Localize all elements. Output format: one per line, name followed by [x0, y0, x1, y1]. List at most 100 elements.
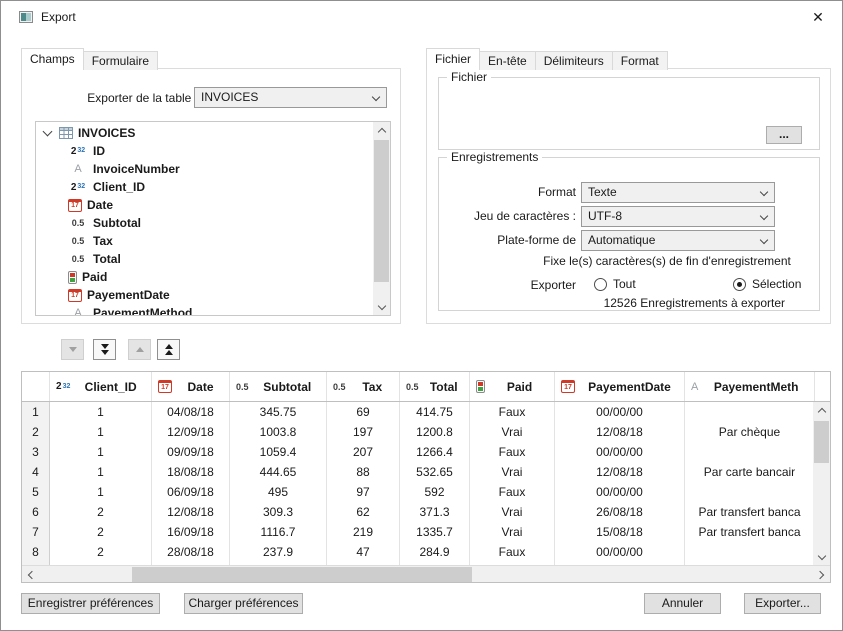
column-header-label: PayementDate [575, 380, 684, 394]
table-row[interactable]: 7216/09/181116.72191335.7Vrai15/08/18Par… [22, 522, 830, 542]
date-icon: 17 [158, 380, 172, 393]
table-row[interactable]: 6212/08/18309.362371.3Vrai26/08/18Par tr… [22, 502, 830, 522]
scroll-up-icon[interactable] [813, 402, 830, 419]
expander-icon[interactable] [43, 127, 53, 137]
platform-select[interactable]: Automatique [581, 230, 775, 251]
tree-field-Paid[interactable]: Paid [36, 268, 373, 286]
table-cell [685, 402, 815, 422]
charset-select-value: UTF-8 [588, 209, 622, 223]
table-cell: Par chèque [685, 422, 815, 442]
row-number: 1 [22, 402, 50, 422]
column-header-Subtotal[interactable]: 0.5Subtotal [230, 372, 327, 401]
charset-select[interactable]: UTF-8 [581, 206, 775, 227]
export-button[interactable]: Exporter... [744, 593, 821, 614]
table-row[interactable]: 8228/08/18237.947284.9Faux00/00/00 [22, 542, 830, 562]
table-cell: 12/08/18 [555, 422, 685, 442]
scroll-right-icon[interactable] [813, 566, 830, 583]
table-row[interactable]: 5106/09/1849597592Faux00/00/00 [22, 482, 830, 502]
radio-checked-icon[interactable] [733, 278, 746, 291]
move-all-down-button[interactable] [93, 339, 116, 360]
radio-tout[interactable]: Tout [594, 277, 636, 292]
move-down-button[interactable] [61, 339, 84, 360]
table-cell: Par carte bancair [685, 462, 815, 482]
table-cell: Vrai [470, 462, 555, 482]
browse-button[interactable]: ... [766, 126, 802, 144]
table-row[interactable]: 3109/09/181059.42071266.4Faux00/00/00 [22, 442, 830, 462]
scroll-down-icon[interactable] [373, 298, 390, 315]
row-number: 8 [22, 542, 50, 562]
chevron-down-icon [760, 188, 768, 196]
tree-field-Client_ID[interactable]: 232Client_ID [36, 178, 373, 196]
tab-champs[interactable]: Champs [21, 48, 84, 70]
move-up-button[interactable] [128, 339, 151, 360]
table-cell: 28/08/18 [152, 542, 230, 562]
table-row[interactable]: 2112/09/181003.81971200.8Vrai12/08/18Par… [22, 422, 830, 442]
radio-selection[interactable]: Sélection [733, 277, 801, 292]
row-number: 3 [22, 442, 50, 462]
grid-vertical-scrollbar[interactable] [813, 402, 830, 565]
tab-formulaire[interactable]: Formulaire [83, 51, 158, 70]
scroll-up-icon[interactable] [373, 122, 390, 139]
format-select[interactable]: Texte [581, 182, 775, 203]
grid-vscroll-thumb[interactable] [814, 421, 829, 463]
table-cell: 1266.4 [400, 442, 470, 462]
tree-field-PayementDate[interactable]: 17PayementDate [36, 286, 373, 304]
close-icon[interactable]: ✕ [808, 7, 828, 27]
column-header-Paid[interactable]: Paid [470, 372, 555, 401]
radio-icon[interactable] [594, 278, 607, 291]
load-preferences-button[interactable]: Charger préférences [184, 593, 303, 614]
column-header-Tax[interactable]: 0.5Tax [327, 372, 400, 401]
tree-field-PayementMethod[interactable]: APayementMethod [36, 304, 373, 315]
column-header-Total[interactable]: 0.5Total [400, 372, 470, 401]
integer-icon: 232 [68, 182, 88, 193]
tree-scrollbar[interactable] [373, 122, 390, 315]
tree-field-Subtotal[interactable]: 0.5Subtotal [36, 214, 373, 232]
table-cell: 15/08/18 [555, 522, 685, 542]
column-header-Client_ID[interactable]: 232Client_ID [50, 372, 152, 401]
table-select[interactable]: INVOICES [194, 87, 387, 108]
column-header-label: Client_ID [70, 380, 151, 394]
table-cell: 197 [327, 422, 400, 442]
export-table-label: Exporter de la table : [22, 91, 198, 105]
tree-field-Total[interactable]: 0.5Total [36, 250, 373, 268]
column-header-label: Paid [485, 380, 554, 394]
tree-scroll-thumb[interactable] [374, 140, 389, 282]
row-number: 2 [22, 422, 50, 442]
column-header-label: Subtotal [249, 380, 326, 394]
column-header-rownum[interactable] [22, 372, 50, 401]
column-header-PayementDate[interactable]: 17PayementDate [555, 372, 685, 401]
grid-header: 232Client_ID17Date0.5Subtotal0.5Tax0.5To… [22, 372, 830, 402]
column-header-label: Date [172, 380, 229, 394]
tab-delimiteurs[interactable]: Délimiteurs [535, 51, 613, 70]
scroll-down-icon[interactable] [813, 548, 830, 565]
tab-fichier[interactable]: Fichier [426, 48, 480, 70]
table-cell: Vrai [470, 422, 555, 442]
tree-field-Date[interactable]: 17Date [36, 196, 373, 214]
save-preferences-button[interactable]: Enregistrer préférences [21, 593, 160, 614]
table-row[interactable]: 4118/08/18444.6588532.65Vrai12/08/18Par … [22, 462, 830, 482]
column-header-Date[interactable]: 17Date [152, 372, 230, 401]
tree-field-ID[interactable]: 232ID [36, 142, 373, 160]
file-options-panel: Fichier ... Enregistrements Format Texte… [426, 68, 831, 324]
tree-field-InvoiceNumber[interactable]: AInvoiceNumber [36, 160, 373, 178]
move-all-up-button[interactable] [157, 339, 180, 360]
table-cell: 1 [50, 402, 152, 422]
table-cell: 1 [50, 442, 152, 462]
tree-field-Tax[interactable]: 0.5Tax [36, 232, 373, 250]
column-header-PayementMeth[interactable]: APayementMeth [685, 372, 815, 401]
preview-grid: 232Client_ID17Date0.5Subtotal0.5Tax0.5To… [21, 371, 831, 583]
tree-root-invoices[interactable]: INVOICES [36, 124, 373, 142]
column-header-label: Tax [346, 380, 399, 394]
scroll-left-icon[interactable] [22, 566, 39, 583]
table-row[interactable]: 1104/08/18345.7569414.75Faux00/00/00 [22, 402, 830, 422]
tab-en-tete[interactable]: En-tête [479, 51, 536, 70]
export-scope-label: Exporter [439, 278, 576, 292]
grid-horizontal-scrollbar[interactable] [22, 565, 830, 582]
format-select-value: Texte [588, 185, 617, 199]
records-group-title: Enregistrements [447, 150, 542, 164]
grid-hscroll-thumb[interactable] [132, 567, 472, 582]
chevron-down-icon [760, 212, 768, 220]
boolean-icon [476, 380, 485, 393]
tab-format[interactable]: Format [612, 51, 668, 70]
cancel-button[interactable]: Annuler [644, 593, 721, 614]
